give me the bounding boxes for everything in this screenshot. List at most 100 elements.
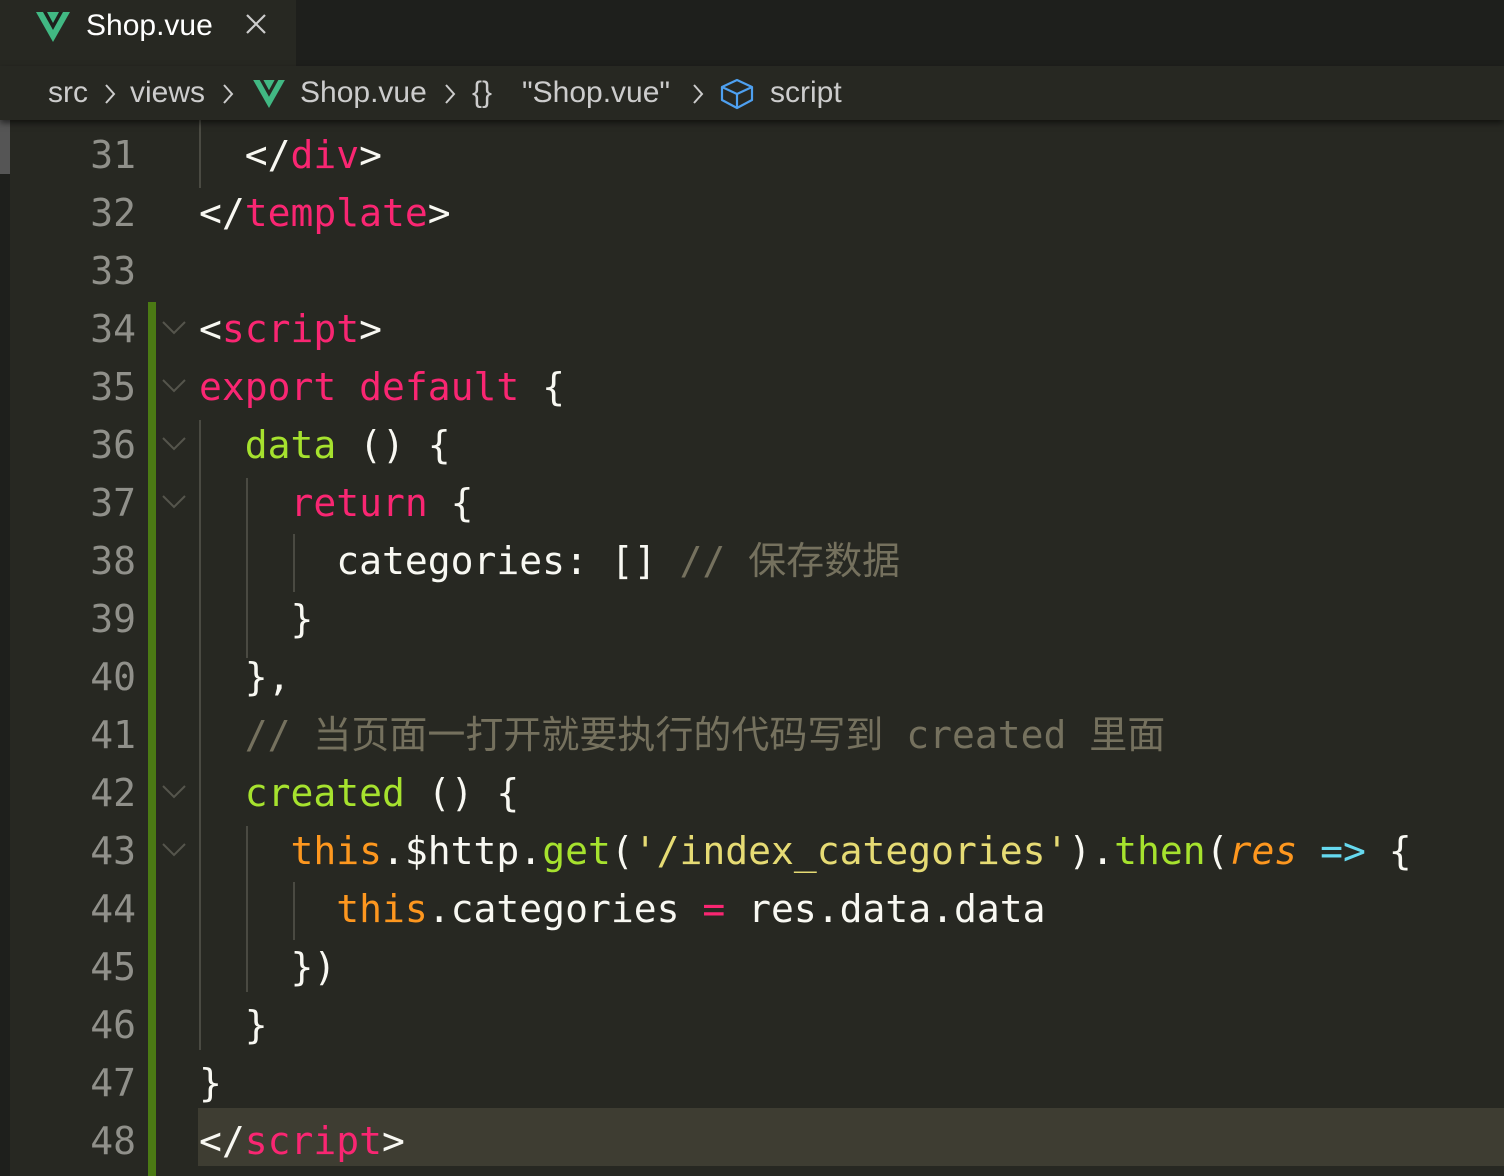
code-token: { (427, 481, 474, 525)
code-text: } (199, 1054, 222, 1112)
code-line[interactable]: 43 this.$http.get('/index_categories').t… (0, 822, 1504, 880)
breadcrumb-item-file[interactable]: Shop.vue (300, 75, 427, 111)
fold-chevron-icon[interactable] (160, 822, 188, 880)
code-token: res (1228, 829, 1298, 873)
code-line[interactable]: 33 (0, 242, 1504, 300)
code-text: </template> (199, 184, 451, 242)
line-number: 48 (90, 1119, 136, 1163)
braces-icon: {} (472, 76, 493, 109)
code-line[interactable]: 31 </div> (0, 126, 1504, 184)
code-text: this.$http.get('/index_categories').then… (199, 822, 1412, 880)
line-number: 46 (90, 1003, 136, 1047)
code-token: data (244, 423, 337, 467)
code-token: = (702, 887, 726, 931)
chevron-right-icon (105, 84, 116, 104)
code-token: return (290, 481, 428, 525)
code-token: script (221, 307, 360, 351)
code-line[interactable]: 44 this.categories = res.data.data (0, 880, 1504, 938)
code-text: this.categories = res.data.data (199, 880, 1046, 938)
code-line[interactable]: 32 </template> (0, 184, 1504, 242)
line-number: 41 (90, 713, 136, 757)
fold-chevron-icon[interactable] (160, 416, 188, 474)
code-token: > (359, 307, 383, 351)
code-line[interactable]: 37 return { (0, 474, 1504, 532)
line-number: 32 (90, 191, 136, 235)
chevron-right-icon (223, 84, 234, 104)
code-token: .categories (427, 887, 703, 931)
code-token: } (199, 1061, 222, 1105)
line-number: 39 (90, 597, 136, 641)
code-text: export default { (199, 358, 565, 416)
tab-shop-vue[interactable]: Shop.vue (0, 0, 296, 66)
code-line[interactable]: 41 // 当页面一打开就要执行的代码写到 created 里面 (0, 706, 1504, 764)
code-token: ( (1205, 829, 1229, 873)
close-icon[interactable] (244, 12, 268, 36)
code-token: < (199, 307, 222, 351)
code-line[interactable]: 36 data () { (0, 416, 1504, 474)
code-line[interactable]: 40 }, (0, 648, 1504, 706)
code-token: { (519, 365, 566, 409)
code-line[interactable]: 48 </script> (0, 1112, 1504, 1170)
code-text: </div> (199, 126, 382, 184)
fold-chevron-icon[interactable] (160, 764, 188, 822)
fold-chevron-icon[interactable] (160, 300, 188, 358)
code-token: => (1320, 829, 1366, 873)
code-text: } (199, 590, 314, 648)
fold-chevron-icon[interactable] (160, 474, 188, 532)
code-line[interactable]: 38 categories: [] // 保存数据 (0, 532, 1504, 590)
line-number: 37 (90, 481, 136, 525)
code-token: categories: [] (199, 539, 680, 583)
line-number: 38 (90, 539, 136, 583)
code-token: }) (199, 945, 337, 989)
code-token: </ (199, 191, 245, 235)
tab-title: Shop.vue (86, 9, 213, 42)
code-token: }, (199, 655, 291, 699)
breadcrumb-item-module[interactable]: "Shop.vue" (522, 75, 670, 111)
code-text: </script> (199, 1112, 405, 1170)
code-line[interactable]: 39 } (0, 590, 1504, 648)
code-token: '/index_categories' (633, 829, 1069, 873)
code-token: script (244, 1119, 383, 1163)
code-text: return { (199, 474, 474, 532)
breadcrumb-item-src[interactable]: src (48, 75, 88, 111)
code-token: () { (336, 423, 451, 467)
code-text: <script> (199, 300, 382, 358)
chevron-right-icon (693, 84, 704, 104)
line-number: 45 (90, 945, 136, 989)
cube-icon (720, 78, 754, 110)
code-text: created () { (199, 764, 520, 822)
code-token: () { (404, 771, 520, 815)
code-line[interactable]: 35 export default { (0, 358, 1504, 416)
code-token: ). (1068, 829, 1115, 873)
line-number: 44 (90, 887, 136, 931)
line-number: 47 (90, 1061, 136, 1105)
code-token: .$http. (382, 829, 543, 873)
code-line[interactable]: 47} (0, 1054, 1504, 1112)
fold-chevron-icon[interactable] (160, 358, 188, 416)
code-line[interactable]: 46 } (0, 996, 1504, 1054)
line-number: 43 (90, 829, 136, 873)
line-number: 35 (90, 365, 136, 409)
code-token: </ (199, 133, 291, 177)
code-token: get (542, 829, 611, 873)
code-line[interactable]: 45 }) (0, 938, 1504, 996)
code-line[interactable]: 34 <script> (0, 300, 1504, 358)
code-text: // 当页面一打开就要执行的代码写到 created 里面 (199, 706, 1166, 764)
breadcrumb-item-views[interactable]: views (130, 75, 205, 111)
code-text: }) (199, 938, 337, 996)
line-number: 40 (90, 655, 136, 699)
code-line[interactable]: 42 created () { (0, 764, 1504, 822)
code-token: </ (199, 1119, 245, 1163)
breadcrumb-item-script[interactable]: script (770, 75, 842, 111)
line-number: 34 (90, 307, 136, 351)
code-token: res.data.data (725, 887, 1046, 931)
code-text: data () { (199, 416, 451, 474)
code-token: export default (199, 365, 520, 409)
code-token: template (244, 191, 428, 235)
code-editor[interactable]: 31 </div> 32 </template> 33 34 <script> 35 expo… (0, 120, 1504, 1176)
